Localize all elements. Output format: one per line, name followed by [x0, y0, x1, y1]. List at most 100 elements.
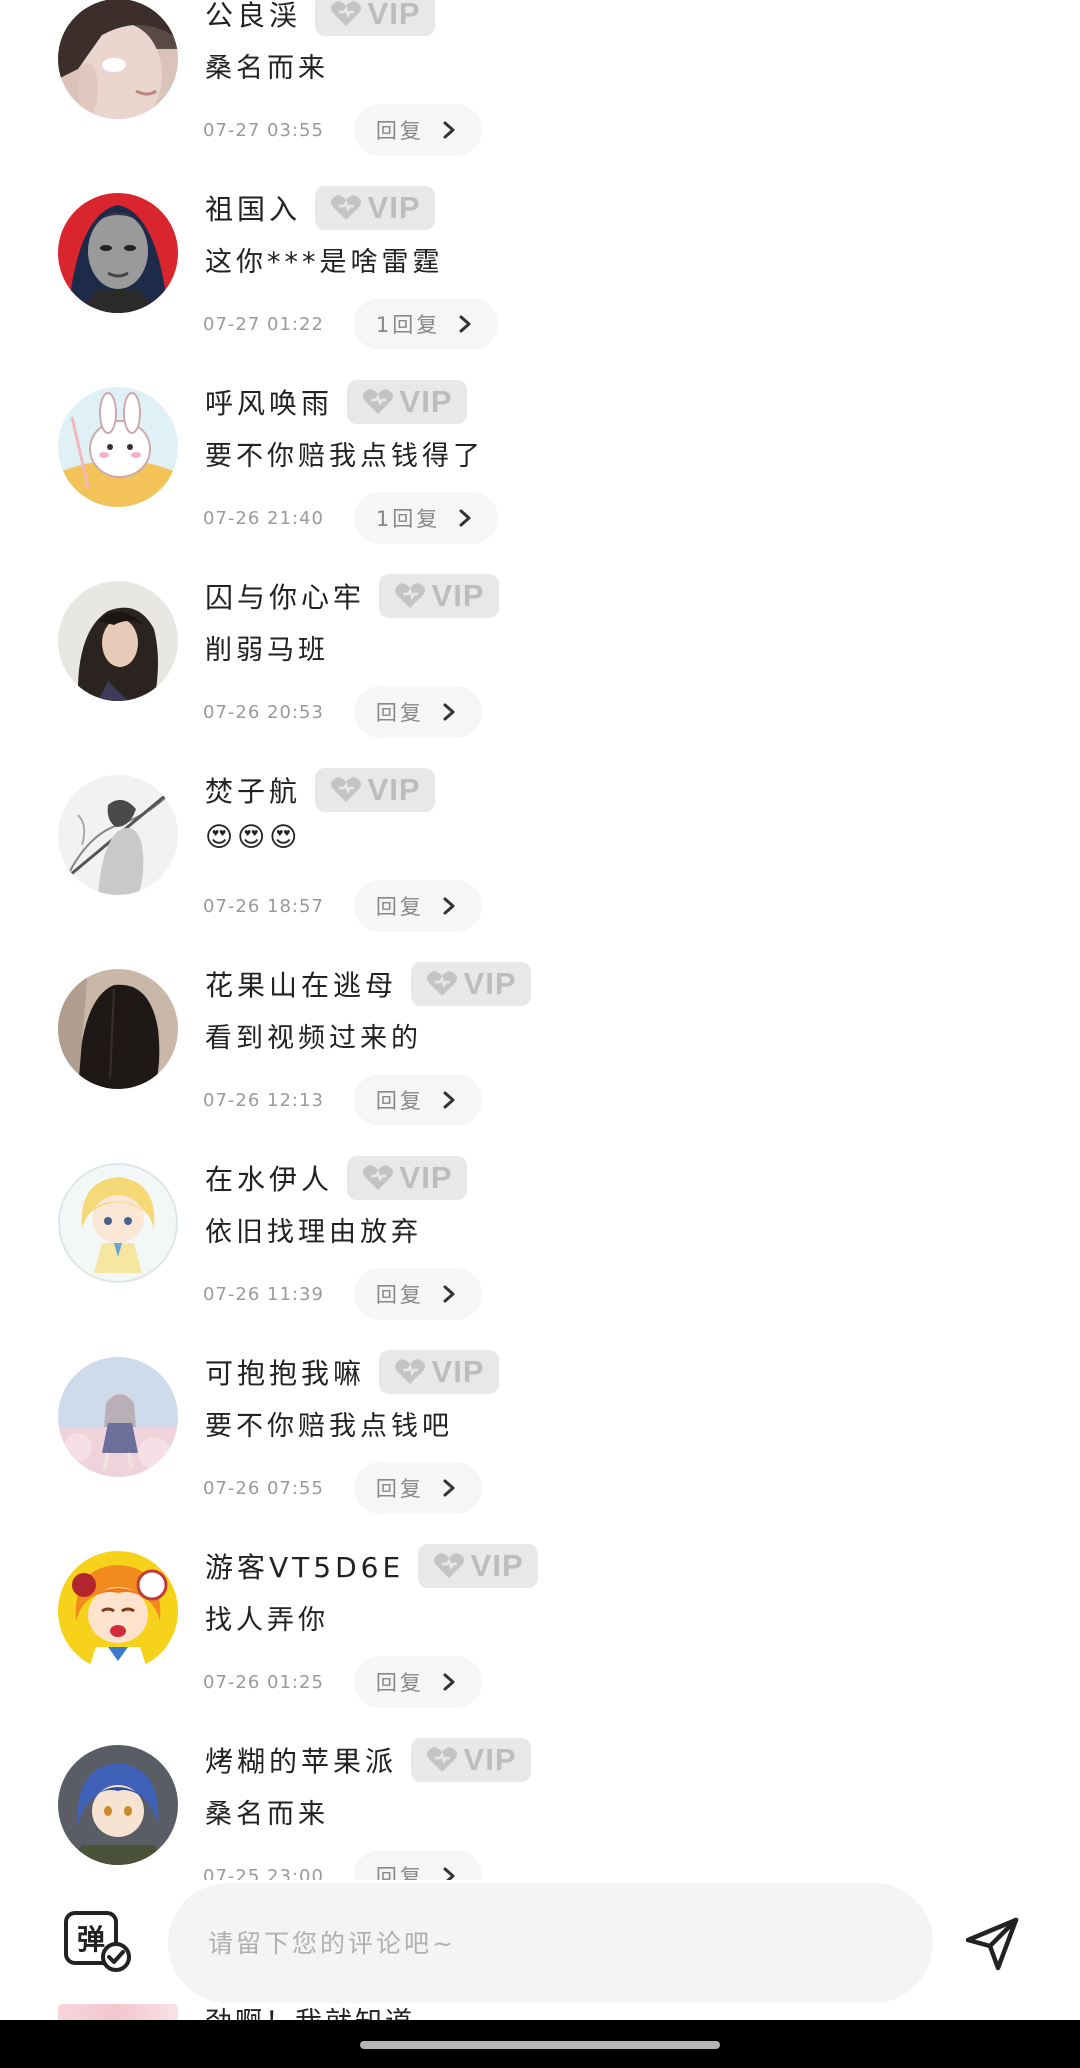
- reply-button[interactable]: 1回复: [353, 298, 499, 350]
- reply-button[interactable]: 回复: [353, 104, 482, 156]
- send-icon: [965, 1917, 1019, 1971]
- system-navigation-bar: [0, 2020, 1080, 2068]
- username[interactable]: 焚子航: [205, 770, 301, 810]
- username[interactable]: 公良渓: [205, 0, 301, 34]
- chevron-right-icon: [459, 315, 471, 333]
- vip-badge: VIP: [379, 1350, 500, 1394]
- comment-item: 焚子航 VIP 😍😍😍 07-26 18:57 回复: [0, 768, 1080, 962]
- heart-icon: [330, 777, 361, 802]
- reply-button[interactable]: 回复: [353, 686, 482, 738]
- vip-label: VIP: [463, 966, 517, 1001]
- comment-input-bar: 弹: [0, 1880, 1080, 2004]
- reply-button[interactable]: 回复: [353, 1656, 482, 1708]
- username[interactable]: 烤糊的苹果派: [205, 1740, 397, 1780]
- username[interactable]: 游客VT5D6E: [205, 1546, 404, 1586]
- avatar[interactable]: [58, 1551, 178, 1671]
- chevron-right-icon: [443, 121, 455, 139]
- avatar[interactable]: [58, 2004, 178, 2020]
- vip-label: VIP: [431, 1354, 485, 1389]
- comment-item: 祖国入 VIP 这你***是啥雷霆 07-27 01:22 1回复: [0, 186, 1080, 380]
- username[interactable]: 呼风唤雨: [205, 382, 333, 422]
- comment-list[interactable]: 公良渓 VIP 桑名而来 07-27 03:55 回复 祖国入 VIP 这你**…: [0, 0, 1080, 1892]
- comment-timestamp: 07-26 07:55: [203, 1477, 324, 1499]
- avatar[interactable]: [58, 0, 178, 119]
- heart-icon: [330, 1, 361, 27]
- vip-label: VIP: [399, 1160, 453, 1195]
- vip-label: VIP: [463, 1742, 517, 1777]
- vip-badge: VIP: [379, 574, 500, 618]
- comment-text: 依旧找理由放弃: [205, 1217, 422, 1248]
- heart-icon: [426, 971, 457, 996]
- vip-badge: VIP: [315, 768, 436, 812]
- comment-item: 囚与你心牢 VIP 削弱马班 07-26 20:53 回复: [0, 574, 1080, 768]
- username[interactable]: 在水伊人: [205, 1158, 333, 1198]
- vip-label: VIP: [470, 1548, 524, 1583]
- avatar[interactable]: [58, 1163, 178, 1283]
- heart-icon: [362, 389, 393, 414]
- danmaku-icon: 弹: [64, 1911, 131, 1972]
- reply-label: 回复: [375, 1089, 424, 1113]
- avatar[interactable]: [58, 193, 178, 313]
- comment-text: 桑名而来: [205, 53, 329, 84]
- comment-timestamp: 07-27 03:55: [203, 119, 324, 141]
- vip-badge: VIP: [347, 1156, 468, 1200]
- avatar[interactable]: [58, 387, 178, 507]
- comment-timestamp: 07-26 21:40: [203, 507, 324, 529]
- comment-text: 看到视频过来的: [205, 1023, 422, 1054]
- avatar[interactable]: [58, 1745, 178, 1865]
- comment-item: 游客VT5D6E VIP 找人弄你 07-26 01:25 回复: [0, 1544, 1080, 1738]
- reply-button[interactable]: 回复: [353, 880, 482, 932]
- comment-text: 要不你赔我点钱得了: [205, 441, 484, 472]
- username[interactable]: 花果山在逃母: [205, 964, 397, 1004]
- comment-timestamp: 07-26 12:13: [203, 1089, 324, 1111]
- comment-item: 烤糊的苹果派 VIP 桑名而来 07-25 23:00 回复: [0, 1738, 1080, 1892]
- reply-label: 回复: [375, 1283, 424, 1307]
- username[interactable]: 囚与你心牢: [205, 576, 365, 616]
- chevron-right-icon: [443, 1091, 455, 1109]
- reply-button[interactable]: 1回复: [353, 492, 499, 544]
- vip-badge: VIP: [315, 186, 436, 230]
- vip-badge: VIP: [411, 962, 532, 1006]
- reply-button[interactable]: 回复: [353, 1462, 482, 1514]
- vip-label: VIP: [367, 772, 421, 807]
- vip-label: VIP: [431, 578, 485, 613]
- comment-text: 这你***是啥雷霆: [205, 247, 444, 278]
- reply-label: 回复: [375, 1477, 424, 1501]
- username[interactable]: 祖国入: [205, 188, 301, 228]
- comment-timestamp: 07-26 01:25: [203, 1671, 324, 1693]
- danmaku-label: 弹: [77, 1923, 105, 1956]
- comment-item: 可抱抱我嘛 VIP 要不你赔我点钱吧 07-26 07:55 回复: [0, 1350, 1080, 1544]
- vip-badge: VIP: [418, 1544, 539, 1588]
- username[interactable]: 可抱抱我嘛: [205, 1352, 365, 1392]
- vip-label: VIP: [367, 190, 421, 225]
- reply-label: 回复: [375, 701, 424, 725]
- reply-label: 回复: [375, 895, 424, 919]
- vip-label: VIP: [399, 384, 453, 419]
- comment-timestamp: 07-27 01:22: [203, 313, 324, 335]
- vip-badge: VIP: [411, 1738, 532, 1782]
- reply-label: 1回复: [375, 313, 441, 337]
- home-indicator[interactable]: [360, 2041, 720, 2049]
- comment-item: 公良渓 VIP 桑名而来 07-27 03:55 回复: [0, 0, 1080, 186]
- avatar[interactable]: [58, 775, 178, 895]
- reply-button[interactable]: 回复: [353, 1074, 482, 1126]
- avatar[interactable]: [58, 969, 178, 1089]
- vip-label: VIP: [367, 0, 421, 31]
- avatar[interactable]: [58, 581, 178, 701]
- reply-button[interactable]: 回复: [353, 1268, 482, 1320]
- vip-badge: VIP: [315, 0, 436, 36]
- comment-text: 桑名而来: [205, 1799, 329, 1830]
- heart-icon: [426, 1747, 457, 1772]
- comment-item: 在水伊人 VIP 依旧找理由放弃 07-26 11:39 回复: [0, 1156, 1080, 1350]
- send-button[interactable]: [962, 1914, 1022, 1974]
- danmaku-toggle-button[interactable]: 弹: [64, 1911, 134, 1973]
- avatar[interactable]: [58, 1357, 178, 1477]
- comment-item: 花果山在逃母 VIP 看到视频过来的 07-26 12:13 回复: [0, 962, 1080, 1156]
- reply-label: 回复: [375, 119, 424, 143]
- heart-icon: [362, 1165, 393, 1190]
- reply-label: 回复: [375, 1671, 424, 1695]
- chevron-right-icon: [443, 1673, 455, 1691]
- chevron-right-icon: [443, 897, 455, 915]
- reply-label: 1回复: [375, 507, 441, 531]
- comment-input[interactable]: [168, 1883, 933, 2003]
